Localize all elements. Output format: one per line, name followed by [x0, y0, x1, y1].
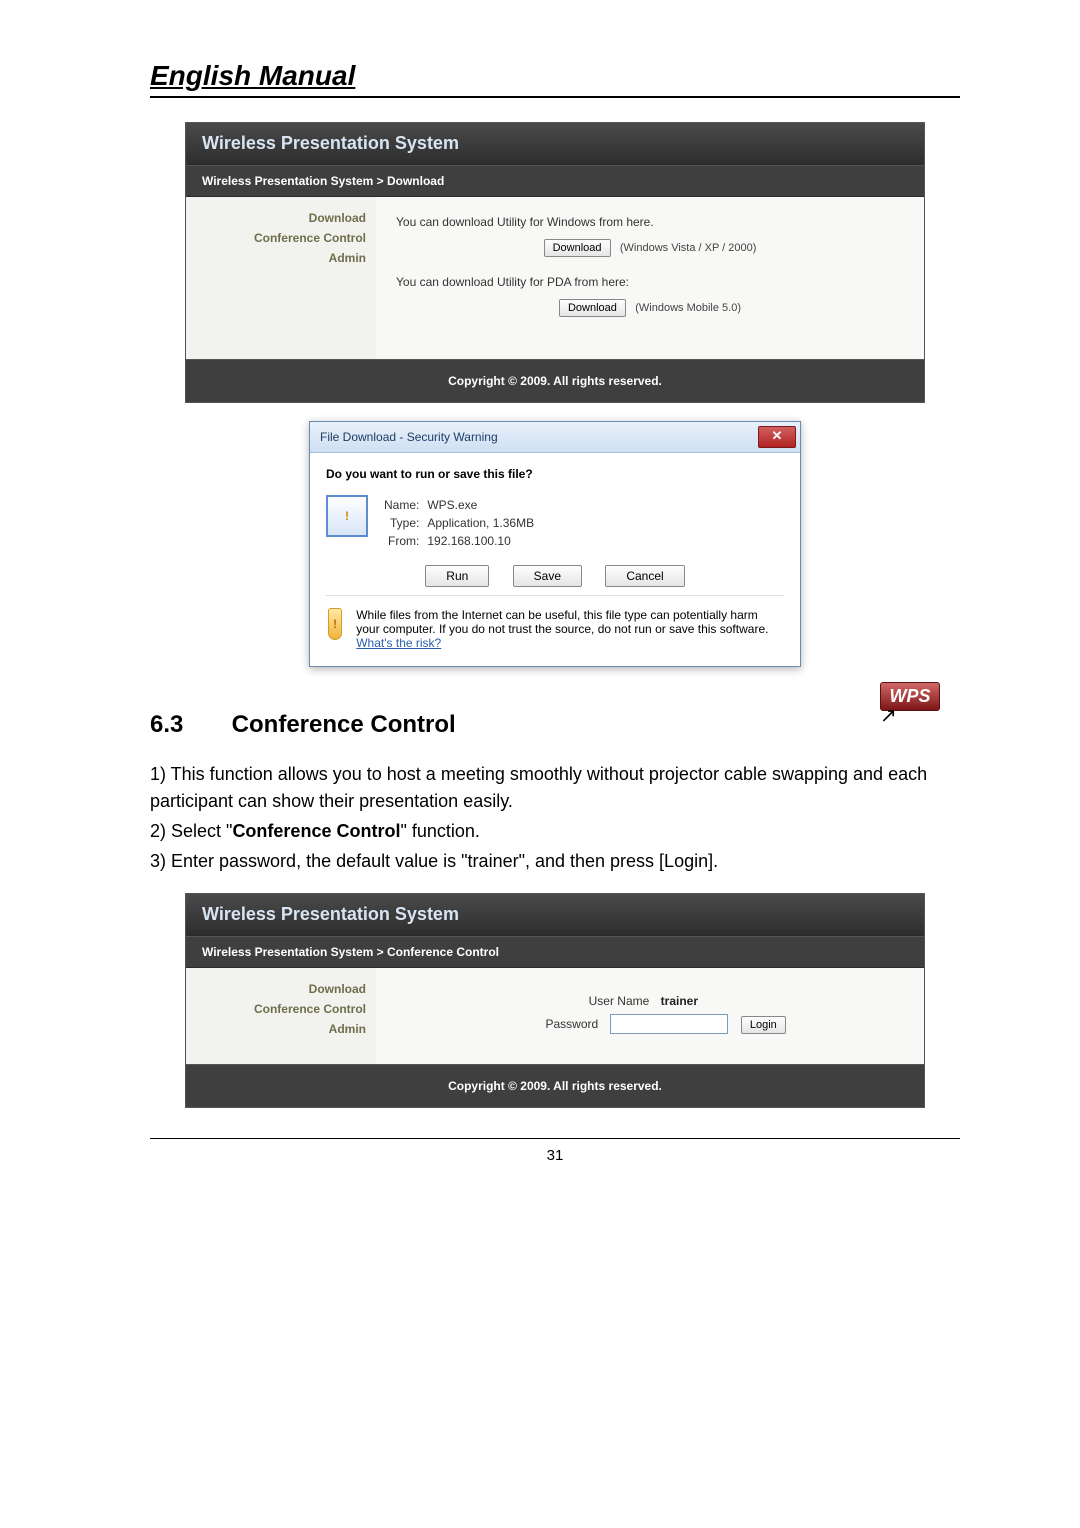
file-type-label: Type: [384, 515, 425, 531]
sidebar-item-admin[interactable]: Admin [186, 251, 366, 265]
conference-panel: Wireless Presentation System Wireless Pr… [185, 893, 925, 1108]
sidebar-item-download[interactable]: Download [186, 211, 366, 225]
username-value: trainer [661, 994, 741, 1008]
cancel-button[interactable]: Cancel [605, 565, 684, 587]
section-number: 6.3 [150, 711, 225, 739]
login-button[interactable]: Login [741, 1016, 786, 1034]
wps-badge: WPS ↗ [880, 682, 940, 729]
panel-title-2: Wireless Presentation System [186, 894, 924, 936]
file-from-value: 192.168.100.10 [427, 533, 540, 549]
panel-main-2: User Name trainer Password Login [376, 968, 924, 1064]
download-windows-note: (Windows Vista / XP / 2000) [620, 242, 757, 254]
page-number: 31 [150, 1147, 960, 1164]
panel-main: You can download Utility for Windows fro… [376, 197, 924, 359]
sidebar-item-admin-2[interactable]: Admin [186, 1022, 366, 1036]
sidebar-2: Download Conference Control Admin [186, 968, 376, 1064]
dialog-question: Do you want to run or save this file? [326, 467, 784, 481]
footer-rule [150, 1138, 960, 1139]
section-title-text: Conference Control [232, 711, 456, 738]
username-label: User Name [559, 994, 649, 1008]
file-type-value: Application, 1.36MB [427, 515, 540, 531]
download-windows-button[interactable]: Download [544, 239, 611, 257]
instructions: 1) This function allows you to host a me… [150, 761, 960, 875]
dialog-warning-text: While files from the Internet can be use… [356, 608, 782, 650]
run-button[interactable]: Run [425, 565, 489, 587]
sidebar-item-conference-2[interactable]: Conference Control [186, 1002, 366, 1016]
panel-title: Wireless Presentation System [186, 123, 924, 165]
panel-footer-2: Copyright © 2009. All rights reserved. [186, 1064, 924, 1107]
file-name-label: Name: [384, 497, 425, 513]
file-name-value: WPS.exe [427, 497, 540, 513]
sidebar-item-download-2[interactable]: Download [186, 982, 366, 996]
shield-icon: ! [328, 608, 342, 640]
file-download-dialog: File Download - Security Warning ✕ Do yo… [309, 421, 801, 667]
password-input[interactable] [610, 1014, 728, 1034]
download-pda-note: (Windows Mobile 5.0) [635, 302, 741, 314]
instruction-1: 1) This function allows you to host a me… [150, 761, 960, 815]
instruction-3: 3) Enter password, the default value is … [150, 848, 960, 875]
download-pda-button[interactable]: Download [559, 299, 626, 317]
file-from-label: From: [384, 533, 425, 549]
dialog-divider [326, 595, 784, 596]
download-pda-text: You can download Utility for PDA from he… [396, 275, 904, 289]
section-heading: 6.3 Conference Control [150, 711, 960, 739]
breadcrumb-2: Wireless Presentation System > Conferenc… [186, 936, 924, 968]
dialog-title: File Download - Security Warning [320, 430, 498, 444]
panel-footer: Copyright © 2009. All rights reserved. [186, 359, 924, 402]
sidebar-item-conference[interactable]: Conference Control [186, 231, 366, 245]
sidebar: Download Conference Control Admin [186, 197, 376, 359]
document-title: English Manual [150, 60, 960, 92]
download-panel: Wireless Presentation System Wireless Pr… [185, 122, 925, 403]
file-icon: ! [326, 495, 368, 537]
password-label: Password [508, 1017, 598, 1031]
title-rule [150, 96, 960, 98]
instruction-2: 2) Select "Conference Control" function. [150, 818, 960, 845]
risk-link[interactable]: What's the risk? [356, 636, 441, 650]
close-icon[interactable]: ✕ [758, 426, 796, 448]
breadcrumb: Wireless Presentation System > Download [186, 165, 924, 197]
save-button[interactable]: Save [513, 565, 582, 587]
download-windows-text: You can download Utility for Windows fro… [396, 215, 904, 229]
shortcut-arrow-icon: ↗ [880, 709, 897, 723]
